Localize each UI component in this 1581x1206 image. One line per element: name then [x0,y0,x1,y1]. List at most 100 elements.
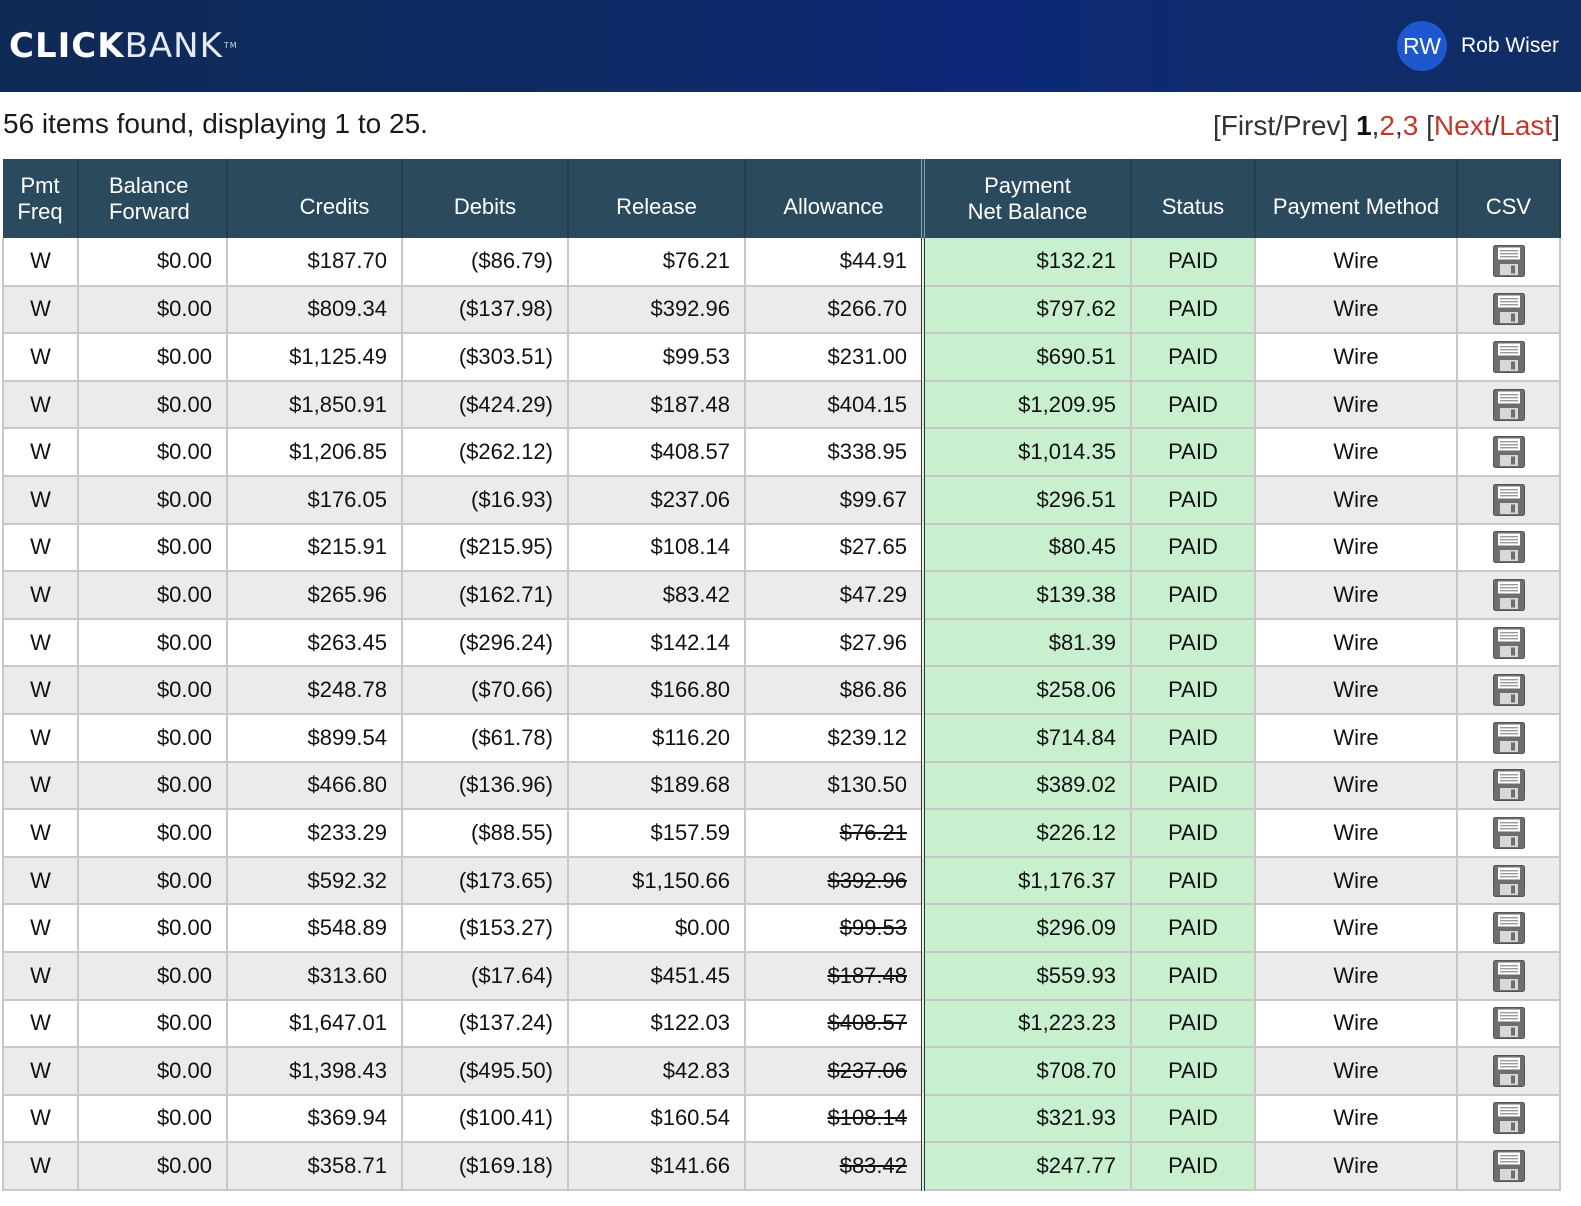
col-header-release[interactable]: Release [568,159,746,238]
cell-debits: ($86.79) [401,238,569,287]
results-summary: 56 items found, displaying 1 to 25. [3,108,428,139]
pager-page-3-link[interactable]: 3 [1403,110,1419,141]
floppy-disk-save-icon[interactable] [1492,864,1526,898]
col-header-line: Balance [109,172,189,198]
allowance-value: $44.91 [839,248,907,274]
col-header-line: Payment [984,172,1071,198]
col-header-balance-forward[interactable]: Balance Forward [78,159,228,238]
col-header-status[interactable]: Status [1131,159,1256,238]
floppy-disk-save-icon[interactable] [1492,340,1526,374]
col-header-allowance[interactable]: Allowance [745,159,924,238]
cell-net-balance: $247.77 [921,1142,1132,1191]
col-header-net-balance[interactable]: Payment Net Balance [921,159,1132,238]
cell-balance-forward: $0.00 [77,856,228,906]
avatar[interactable]: RW [1396,21,1447,71]
allowance-value: $187.48 [827,962,907,988]
floppy-disk-save-icon[interactable] [1492,1149,1526,1183]
cell-csv [1456,523,1561,573]
cell-net-balance: $389.02 [921,761,1132,811]
cell-payment-method: Wire [1254,856,1458,906]
cell-credits: $1,125.49 [226,333,403,382]
col-header-csv[interactable]: CSV [1457,159,1561,238]
cell-allowance: $99.67 [744,475,924,525]
floppy-disk-save-icon[interactable] [1492,1101,1526,1135]
cell-balance-forward: $0.00 [77,618,228,668]
cell-pmt-freq: W [2,428,79,477]
clickbank-logo[interactable]: CLICKBANKTM [9,26,238,66]
cell-payment-method: Wire [1254,428,1458,477]
floppy-disk-save-icon[interactable] [1492,959,1526,993]
cell-allowance: $338.95 [744,428,924,477]
cell-csv [1456,1142,1561,1191]
cell-balance-forward: $0.00 [77,904,228,953]
cell-csv [1456,1094,1561,1144]
floppy-disk-save-icon[interactable] [1492,768,1526,802]
cell-net-balance: $797.62 [921,285,1132,335]
allowance-value: $108.14 [827,1105,907,1131]
allowance-value: $239.12 [827,724,907,750]
floppy-disk-save-icon[interactable] [1492,626,1526,660]
cell-release: $142.14 [567,618,746,668]
allowance-value: $27.96 [839,629,907,655]
cell-csv [1456,380,1561,430]
cell-credits: $187.70 [226,238,403,287]
cell-pmt-freq: W [2,523,79,573]
floppy-disk-save-icon[interactable] [1492,483,1526,517]
floppy-disk-save-icon[interactable] [1492,721,1526,755]
table-row: W $0.00 $466.80 ($136.96) $189.68 $130.5… [2,761,1561,811]
floppy-disk-save-icon[interactable] [1492,911,1526,945]
status-badge: PAID [1130,809,1256,858]
pager-bracket-open: [ [1212,110,1221,141]
cell-allowance: $187.48 [744,951,924,1001]
user-name[interactable]: Rob Wiser [1461,34,1559,58]
cell-credits: $899.54 [226,713,403,763]
cell-pmt-freq: W [2,618,79,668]
cell-net-balance: $1,223.23 [921,999,1132,1049]
floppy-disk-save-icon[interactable] [1492,388,1526,422]
cell-release: $392.96 [567,285,746,335]
floppy-disk-save-icon[interactable] [1492,816,1526,850]
pager-last-link[interactable]: Last [1499,110,1552,141]
floppy-disk-save-icon[interactable] [1492,1006,1526,1040]
floppy-disk-save-icon[interactable] [1492,578,1526,612]
cell-debits: ($17.64) [401,951,569,1001]
status-badge: PAID [1130,285,1256,335]
cell-net-balance: $81.39 [921,618,1132,668]
cell-csv [1456,761,1561,811]
cell-csv [1456,571,1561,620]
floppy-disk-save-icon[interactable] [1492,435,1526,469]
status-badge: PAID [1130,333,1256,382]
table-row: W $0.00 $1,206.85 ($262.12) $408.57 $338… [2,428,1561,477]
cell-net-balance: $321.93 [921,1094,1132,1144]
floppy-disk-save-icon[interactable] [1492,1054,1526,1088]
cell-pmt-freq: W [2,1094,79,1144]
floppy-disk-save-icon[interactable] [1492,292,1526,326]
pager-page-2-link[interactable]: 2 [1379,110,1395,141]
cell-csv [1456,904,1561,953]
status-badge: PAID [1130,666,1256,715]
cell-debits: ($424.29) [401,380,569,430]
col-header-payment-method[interactable]: Payment Method [1255,159,1458,238]
status-badge: PAID [1130,571,1256,620]
user-menu[interactable]: RW Rob Wiser [1396,21,1559,71]
cell-release: $99.53 [567,333,746,382]
table-row: W $0.00 $263.45 ($296.24) $142.14 $27.96… [2,618,1561,668]
floppy-disk-save-icon[interactable] [1492,530,1526,564]
cell-debits: ($137.98) [401,285,569,335]
cell-debits: ($162.71) [401,571,569,620]
allowance-value: $266.70 [827,296,907,322]
floppy-disk-save-icon[interactable] [1492,244,1526,278]
col-header-debits[interactable]: Debits [402,159,569,238]
floppy-disk-save-icon[interactable] [1492,673,1526,707]
pager-next-link[interactable]: Next [1434,110,1492,141]
cell-balance-forward: $0.00 [77,1094,228,1144]
cell-pmt-freq: W [2,380,79,430]
table-row: W $0.00 $369.94 ($100.41) $160.54 $108.1… [2,1094,1561,1144]
cell-payment-method: Wire [1254,761,1458,811]
allowance-value: $408.57 [827,1010,907,1036]
cell-csv [1456,238,1561,287]
status-badge: PAID [1130,523,1256,573]
cell-payment-method: Wire [1254,1142,1458,1191]
col-header-pmt-freq[interactable]: Pmt Freq [3,159,79,238]
col-header-credits[interactable]: Credits [227,159,403,238]
